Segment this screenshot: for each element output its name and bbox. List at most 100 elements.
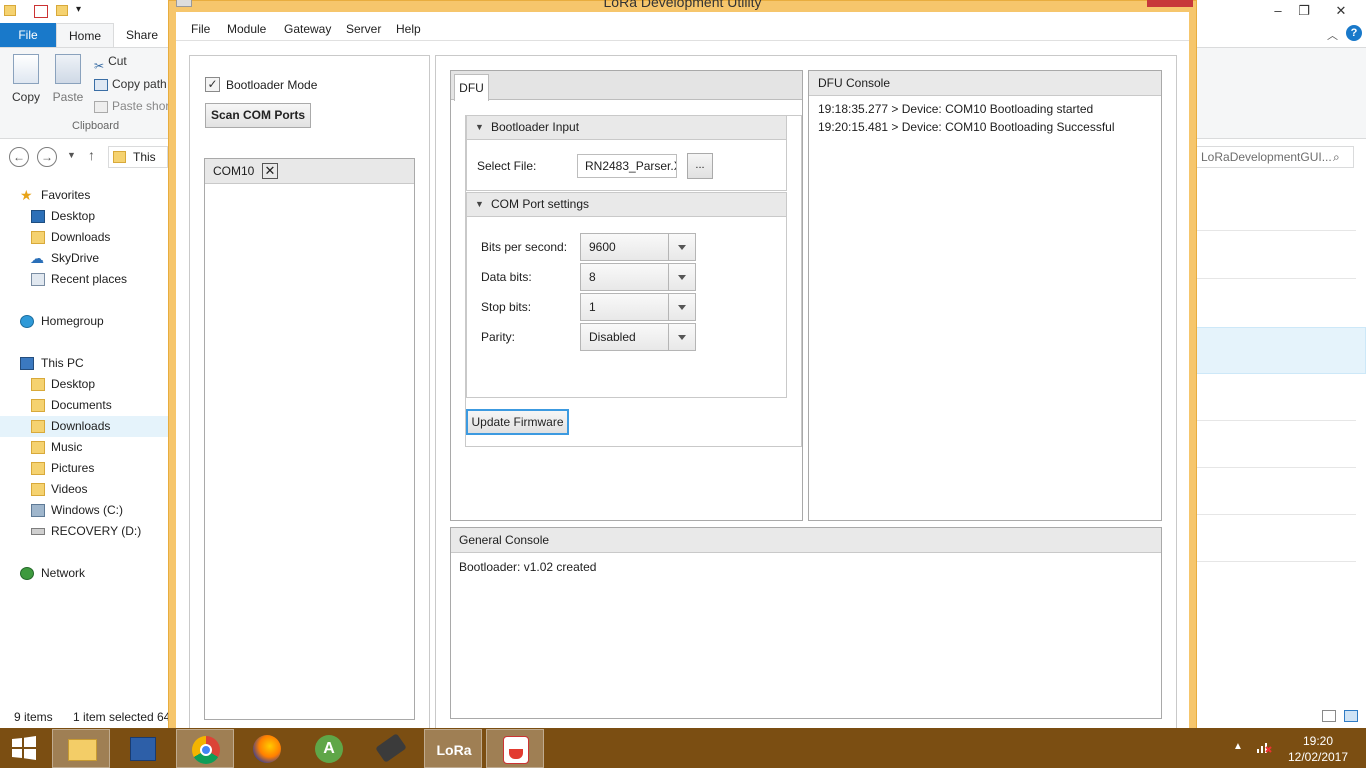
up-icon[interactable]: ↑ (88, 147, 95, 163)
tab-home[interactable]: Home (56, 23, 114, 48)
bits-per-second-select[interactable]: 9600 (580, 233, 696, 261)
nav-item-homegroup[interactable]: Homegroup (0, 311, 168, 332)
dropdown-arrow-icon[interactable] (668, 234, 695, 260)
nav-item-recent-places[interactable]: Recent places (0, 269, 168, 290)
qa-dropdown-icon[interactable]: ▾ (76, 4, 81, 15)
recent-dropdown-icon[interactable]: ▼ (67, 150, 76, 160)
network-status-icon[interactable] (1256, 740, 1272, 754)
ribbon-collapse-icon[interactable]: ︿ (1327, 27, 1338, 43)
copy-button[interactable]: Copy (4, 52, 48, 104)
android-studio-taskbar-button[interactable]: A (300, 729, 358, 768)
stop-bits-select[interactable]: 1 (580, 293, 696, 321)
menu-file[interactable]: File (191, 20, 210, 38)
taskbar-clock[interactable]: 19:20 12/02/2017 (1286, 733, 1350, 765)
clock-time: 19:20 (1302, 734, 1334, 748)
nav-item-music[interactable]: Music (0, 437, 168, 458)
select-file-label: Select File: (477, 159, 537, 173)
tab-file[interactable]: File (0, 23, 56, 47)
desktop-icon (31, 210, 45, 223)
java-taskbar-button[interactable] (486, 729, 544, 768)
search-icon[interactable]: ⌕ (1333, 150, 1340, 165)
tab-share[interactable]: Share (118, 23, 166, 47)
selected-file-row[interactable] (1196, 327, 1366, 374)
close-icon[interactable]: ✕ (262, 163, 278, 179)
file-path-field[interactable]: RN2483_Parser.X (577, 154, 677, 178)
cut-label: Cut (108, 54, 127, 68)
cut-button[interactable]: ✂ Cut (94, 51, 127, 73)
nav-label: Desktop (51, 377, 96, 391)
nav-item-this-pc[interactable]: This PC (0, 353, 168, 374)
section-title: Bootloader Input (491, 120, 580, 134)
copy-path-label: Copy path (112, 77, 167, 91)
nav-label: Favorites (41, 188, 91, 202)
stop-bits-label: Stop bits: (481, 300, 532, 314)
firefox-taskbar-button[interactable] (238, 729, 296, 768)
firefox-icon (253, 735, 281, 763)
com-port-tabs (204, 158, 415, 720)
nav-item-desktop[interactable]: Desktop (0, 206, 168, 227)
data-bits-select[interactable]: 8 (580, 263, 696, 291)
drive-icon (31, 528, 45, 535)
menu-gateway[interactable]: Gateway (284, 20, 331, 38)
forward-icon[interactable]: → (37, 147, 57, 167)
nav-item-network[interactable]: Network (0, 563, 168, 584)
properties-icon[interactable] (34, 5, 48, 18)
nav-item-documents[interactable]: Documents (0, 395, 168, 416)
dropdown-arrow-icon[interactable] (668, 264, 695, 290)
file-explorer-taskbar-button[interactable] (52, 729, 110, 768)
new-folder-icon[interactable] (56, 5, 70, 18)
nav-item-pc-desktop[interactable]: Desktop (0, 374, 168, 395)
close-icon[interactable]: ✕ (1331, 2, 1351, 20)
show-hidden-icons-icon[interactable]: ▲ (1233, 741, 1243, 752)
minimize-icon[interactable]: – (1268, 2, 1288, 20)
nav-item-downloads[interactable]: Downloads (0, 227, 168, 248)
search-text: LoRaDevelopmentGUI... (1201, 150, 1332, 164)
downloads-folder-icon (31, 420, 45, 433)
dropdown-arrow-icon[interactable] (668, 294, 695, 320)
paste-button[interactable]: Paste (46, 52, 90, 104)
general-console-title: General Console (451, 528, 1161, 553)
dropdown-arrow-icon[interactable] (668, 324, 695, 350)
divider (1196, 420, 1356, 421)
help-icon[interactable]: ? (1346, 25, 1362, 41)
lora-icon: LoRa (436, 742, 472, 758)
browse-button[interactable]: ... (687, 153, 713, 179)
serial-tool-taskbar-button[interactable] (362, 729, 420, 768)
copy-path-button[interactable]: Copy path (94, 74, 167, 94)
nav-item-pc-downloads[interactable]: Downloads (0, 416, 168, 437)
parity-select[interactable]: Disabled (580, 323, 696, 351)
back-icon[interactable]: ← (9, 147, 29, 167)
lora-taskbar-button[interactable]: LoRa (424, 729, 482, 768)
large-icons-view-icon[interactable] (1344, 710, 1358, 722)
parity-label: Parity: (481, 330, 516, 344)
address-field[interactable]: This (108, 146, 168, 168)
windows-start-icon[interactable] (10, 735, 38, 761)
network-tool-taskbar-button[interactable] (114, 729, 172, 768)
divider (1196, 467, 1356, 468)
nav-item-skydrive[interactable]: ☁ SkyDrive (0, 248, 168, 269)
restore-icon[interactable]: ❐ (1294, 2, 1314, 20)
nav-item-recovery-d[interactable]: RECOVERY (D:) (0, 521, 168, 542)
bootloader-mode-label: Bootloader Mode (226, 78, 318, 92)
menu-help[interactable]: Help (396, 20, 421, 38)
nav-item-windows-c[interactable]: Windows (C:) (0, 500, 168, 521)
details-view-icon[interactable] (1322, 710, 1336, 722)
recent-places-icon (31, 273, 45, 286)
com-port-settings-header[interactable]: ▼ COM Port settings (466, 192, 787, 217)
scan-com-ports-button[interactable]: Scan COM Ports (205, 103, 311, 128)
menu-server[interactable]: Server (346, 20, 381, 38)
menu-module[interactable]: Module (227, 20, 266, 38)
close-button[interactable] (1147, 0, 1193, 7)
nav-item-favorites[interactable]: ★ Favorites (0, 185, 168, 206)
nav-label: SkyDrive (51, 251, 100, 265)
nav-item-pictures[interactable]: Pictures (0, 458, 168, 479)
bootloader-input-header[interactable]: ▼ Bootloader Input (466, 115, 787, 140)
bootloader-mode-checkbox[interactable]: ✓ (205, 77, 220, 92)
paste-shortcut-button[interactable]: Paste shor (94, 96, 169, 116)
tab-dfu[interactable]: DFU (454, 74, 489, 101)
update-firmware-button[interactable]: Update Firmware (466, 409, 569, 435)
search-input[interactable]: LoRaDevelopmentGUI... (1196, 146, 1354, 168)
nav-item-videos[interactable]: Videos (0, 479, 168, 500)
chrome-taskbar-button[interactable] (176, 729, 234, 768)
music-folder-icon (31, 441, 45, 454)
